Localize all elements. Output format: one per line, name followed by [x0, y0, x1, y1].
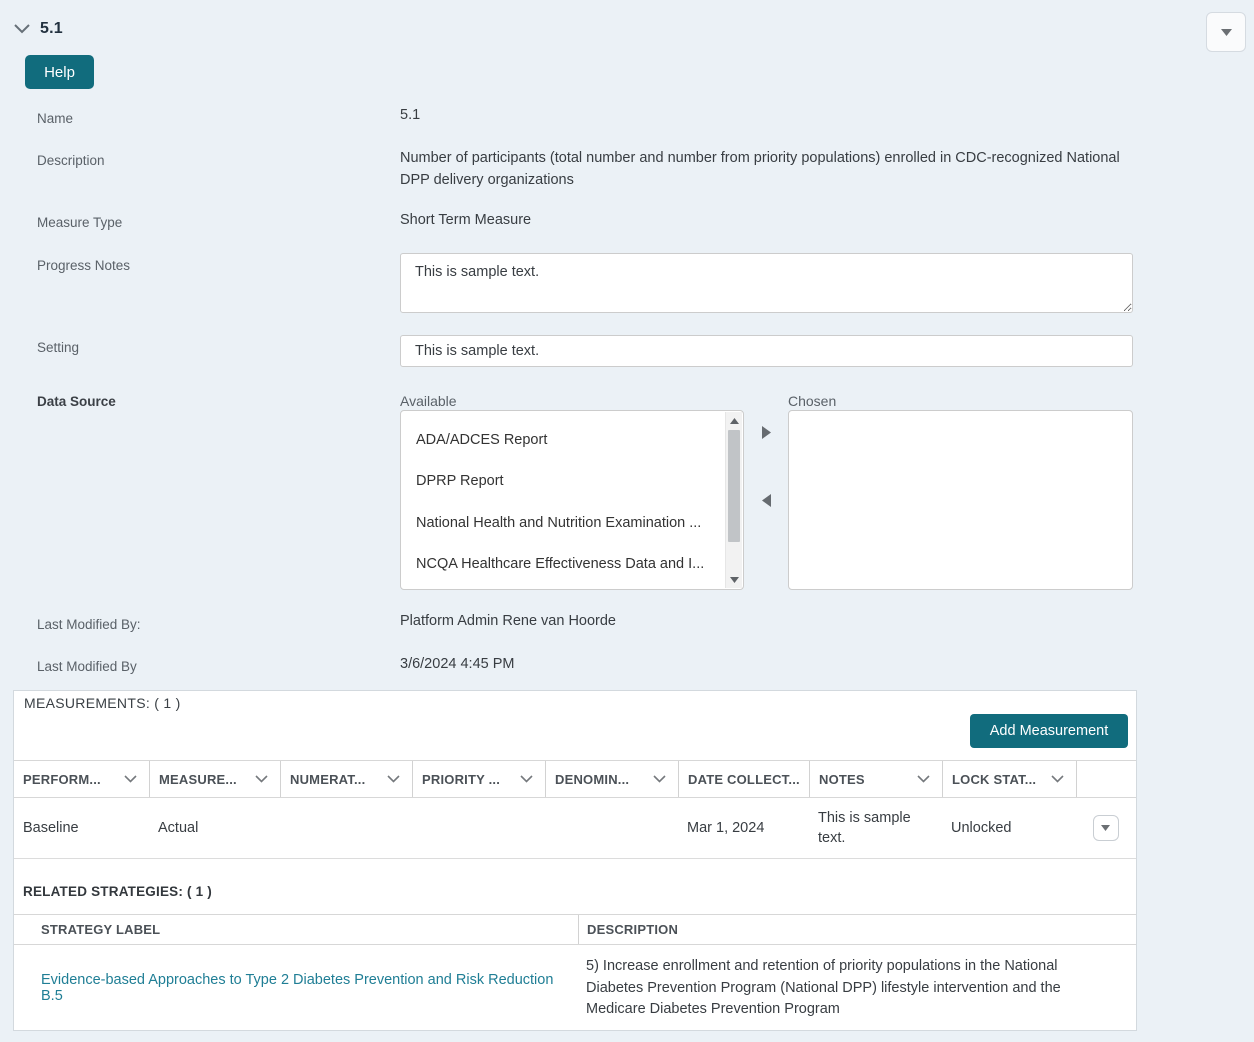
column-header-numerator[interactable]: NUMERAT... [280, 761, 412, 797]
column-header-label: PERFORM... [23, 772, 101, 787]
column-header-label: DATE COLLECT... [688, 772, 800, 787]
caret-left-icon [762, 494, 771, 507]
cell-denominator [545, 798, 678, 858]
column-header-denominator[interactable]: DENOMIN... [545, 761, 678, 797]
measurements-section-title: MEASUREMENTS: ( 1 ) [24, 695, 181, 711]
column-header-performance[interactable]: PERFORM... [14, 761, 149, 797]
column-header-notes[interactable]: NOTES [809, 761, 942, 797]
last-modified-by-value: Platform Admin Rene van Hoorde [400, 610, 616, 632]
cell-strategy-label: Evidence-based Approaches to Type 2 Diab… [14, 945, 578, 1030]
data-source-label: Data Source [37, 394, 116, 409]
description-label: Description [37, 153, 105, 168]
caret-down-icon [730, 577, 739, 583]
section-header: 5.1 [14, 20, 63, 38]
column-header-priority[interactable]: PRIORITY ... [412, 761, 545, 797]
chevron-down-icon[interactable] [124, 775, 137, 783]
chevron-down-icon[interactable] [520, 775, 533, 783]
cell-actions [1076, 798, 1136, 858]
measure-type-value: Short Term Measure [400, 209, 531, 231]
cell-performance: Baseline [14, 798, 149, 858]
cell-notes: This is sample text. [809, 798, 942, 858]
description-value: Number of participants (total number and… [400, 147, 1133, 191]
cell-date-collected: Mar 1, 2024 [678, 798, 809, 858]
available-label: Available [400, 393, 457, 409]
cell-strategy-description: 5) Increase enrollment and retention of … [578, 945, 1136, 1030]
move-to-chosen-button[interactable] [758, 423, 774, 441]
measurement-table-row: Baseline Actual Mar 1, 2024 This is samp… [14, 798, 1136, 859]
vertical-scrollbar[interactable] [725, 412, 742, 588]
chevron-down-icon[interactable] [255, 775, 268, 783]
last-modified-date-value: 3/6/2024 4:45 PM [400, 653, 514, 675]
measurements-panel: MEASUREMENTS: ( 1 ) Add Measurement PERF… [13, 690, 1137, 1031]
last-modified-by-label: Last Modified By: [37, 617, 141, 632]
progress-notes-textarea[interactable]: This is sample text. [400, 253, 1133, 313]
column-header-date-collected[interactable]: DATE COLLECT... [678, 761, 809, 797]
column-header-label: NUMERAT... [290, 772, 365, 787]
cell-measure: Actual [149, 798, 280, 858]
cell-lock-status: Unlocked [942, 798, 1076, 858]
chevron-down-icon[interactable] [387, 775, 400, 783]
chevron-down-icon[interactable] [917, 775, 930, 783]
scroll-up-button[interactable] [726, 412, 742, 429]
related-strategy-row: Evidence-based Approaches to Type 2 Diab… [14, 945, 1136, 1030]
chevron-down-icon[interactable] [14, 24, 30, 34]
cell-priority [412, 798, 545, 858]
setting-input[interactable] [400, 335, 1133, 367]
scrollbar-thumb[interactable] [728, 430, 740, 542]
name-label: Name [37, 111, 73, 126]
measurements-table-header: PERFORM... MEASURE... NUMERAT... PRIORIT… [14, 760, 1136, 798]
list-item[interactable]: DPRP Report [401, 461, 743, 503]
column-header-measure[interactable]: MEASURE... [149, 761, 280, 797]
related-strategies-table-header: STRATEGY LABEL DESCRIPTION [14, 914, 1136, 945]
column-header-strategy-label: STRATEGY LABEL [14, 915, 578, 944]
column-header-label: NOTES [819, 772, 865, 787]
chosen-label: Chosen [788, 393, 836, 409]
chevron-down-icon[interactable] [1051, 775, 1064, 783]
section-menu-button[interactable] [1206, 12, 1246, 52]
caret-down-icon [1101, 825, 1110, 831]
caret-right-icon [762, 426, 771, 439]
column-header-lock-status[interactable]: LOCK STAT... [942, 761, 1076, 797]
cell-numerator [280, 798, 412, 858]
column-header-actions [1076, 761, 1136, 797]
page-title: 5.1 [40, 20, 63, 38]
related-strategies-section-title: RELATED STRATEGIES: ( 1 ) [23, 884, 212, 899]
chevron-down-icon[interactable] [653, 775, 666, 783]
column-header-label: DENOMIN... [555, 772, 629, 787]
chosen-listbox[interactable] [788, 410, 1133, 590]
last-modified-date-label: Last Modified By [37, 659, 137, 674]
progress-notes-label: Progress Notes [37, 258, 130, 273]
list-item[interactable]: NCQA Healthcare Effectiveness Data and I… [401, 544, 743, 586]
strategy-link[interactable]: Evidence-based Approaches to Type 2 Diab… [41, 972, 578, 1004]
measure-type-label: Measure Type [37, 215, 122, 230]
row-menu-button[interactable] [1093, 815, 1119, 841]
move-to-available-button[interactable] [758, 491, 774, 509]
caret-down-icon [1221, 29, 1232, 36]
column-header-label: MEASURE... [159, 772, 237, 787]
column-header-label: LOCK STAT... [952, 772, 1036, 787]
available-listbox[interactable]: ADA/ADCES Report DPRP Report National He… [400, 410, 744, 590]
add-measurement-button[interactable]: Add Measurement [970, 714, 1128, 748]
column-header-label: PRIORITY ... [422, 772, 500, 787]
scroll-down-button[interactable] [726, 571, 742, 588]
list-item[interactable]: ADA/ADCES Report [401, 419, 743, 461]
list-item[interactable]: National Health and Nutrition Examinatio… [401, 502, 743, 544]
setting-label: Setting [37, 340, 79, 355]
help-button[interactable]: Help [25, 55, 94, 89]
caret-up-icon [730, 418, 739, 424]
column-header-description: DESCRIPTION [578, 915, 1136, 944]
name-value: 5.1 [400, 104, 420, 126]
